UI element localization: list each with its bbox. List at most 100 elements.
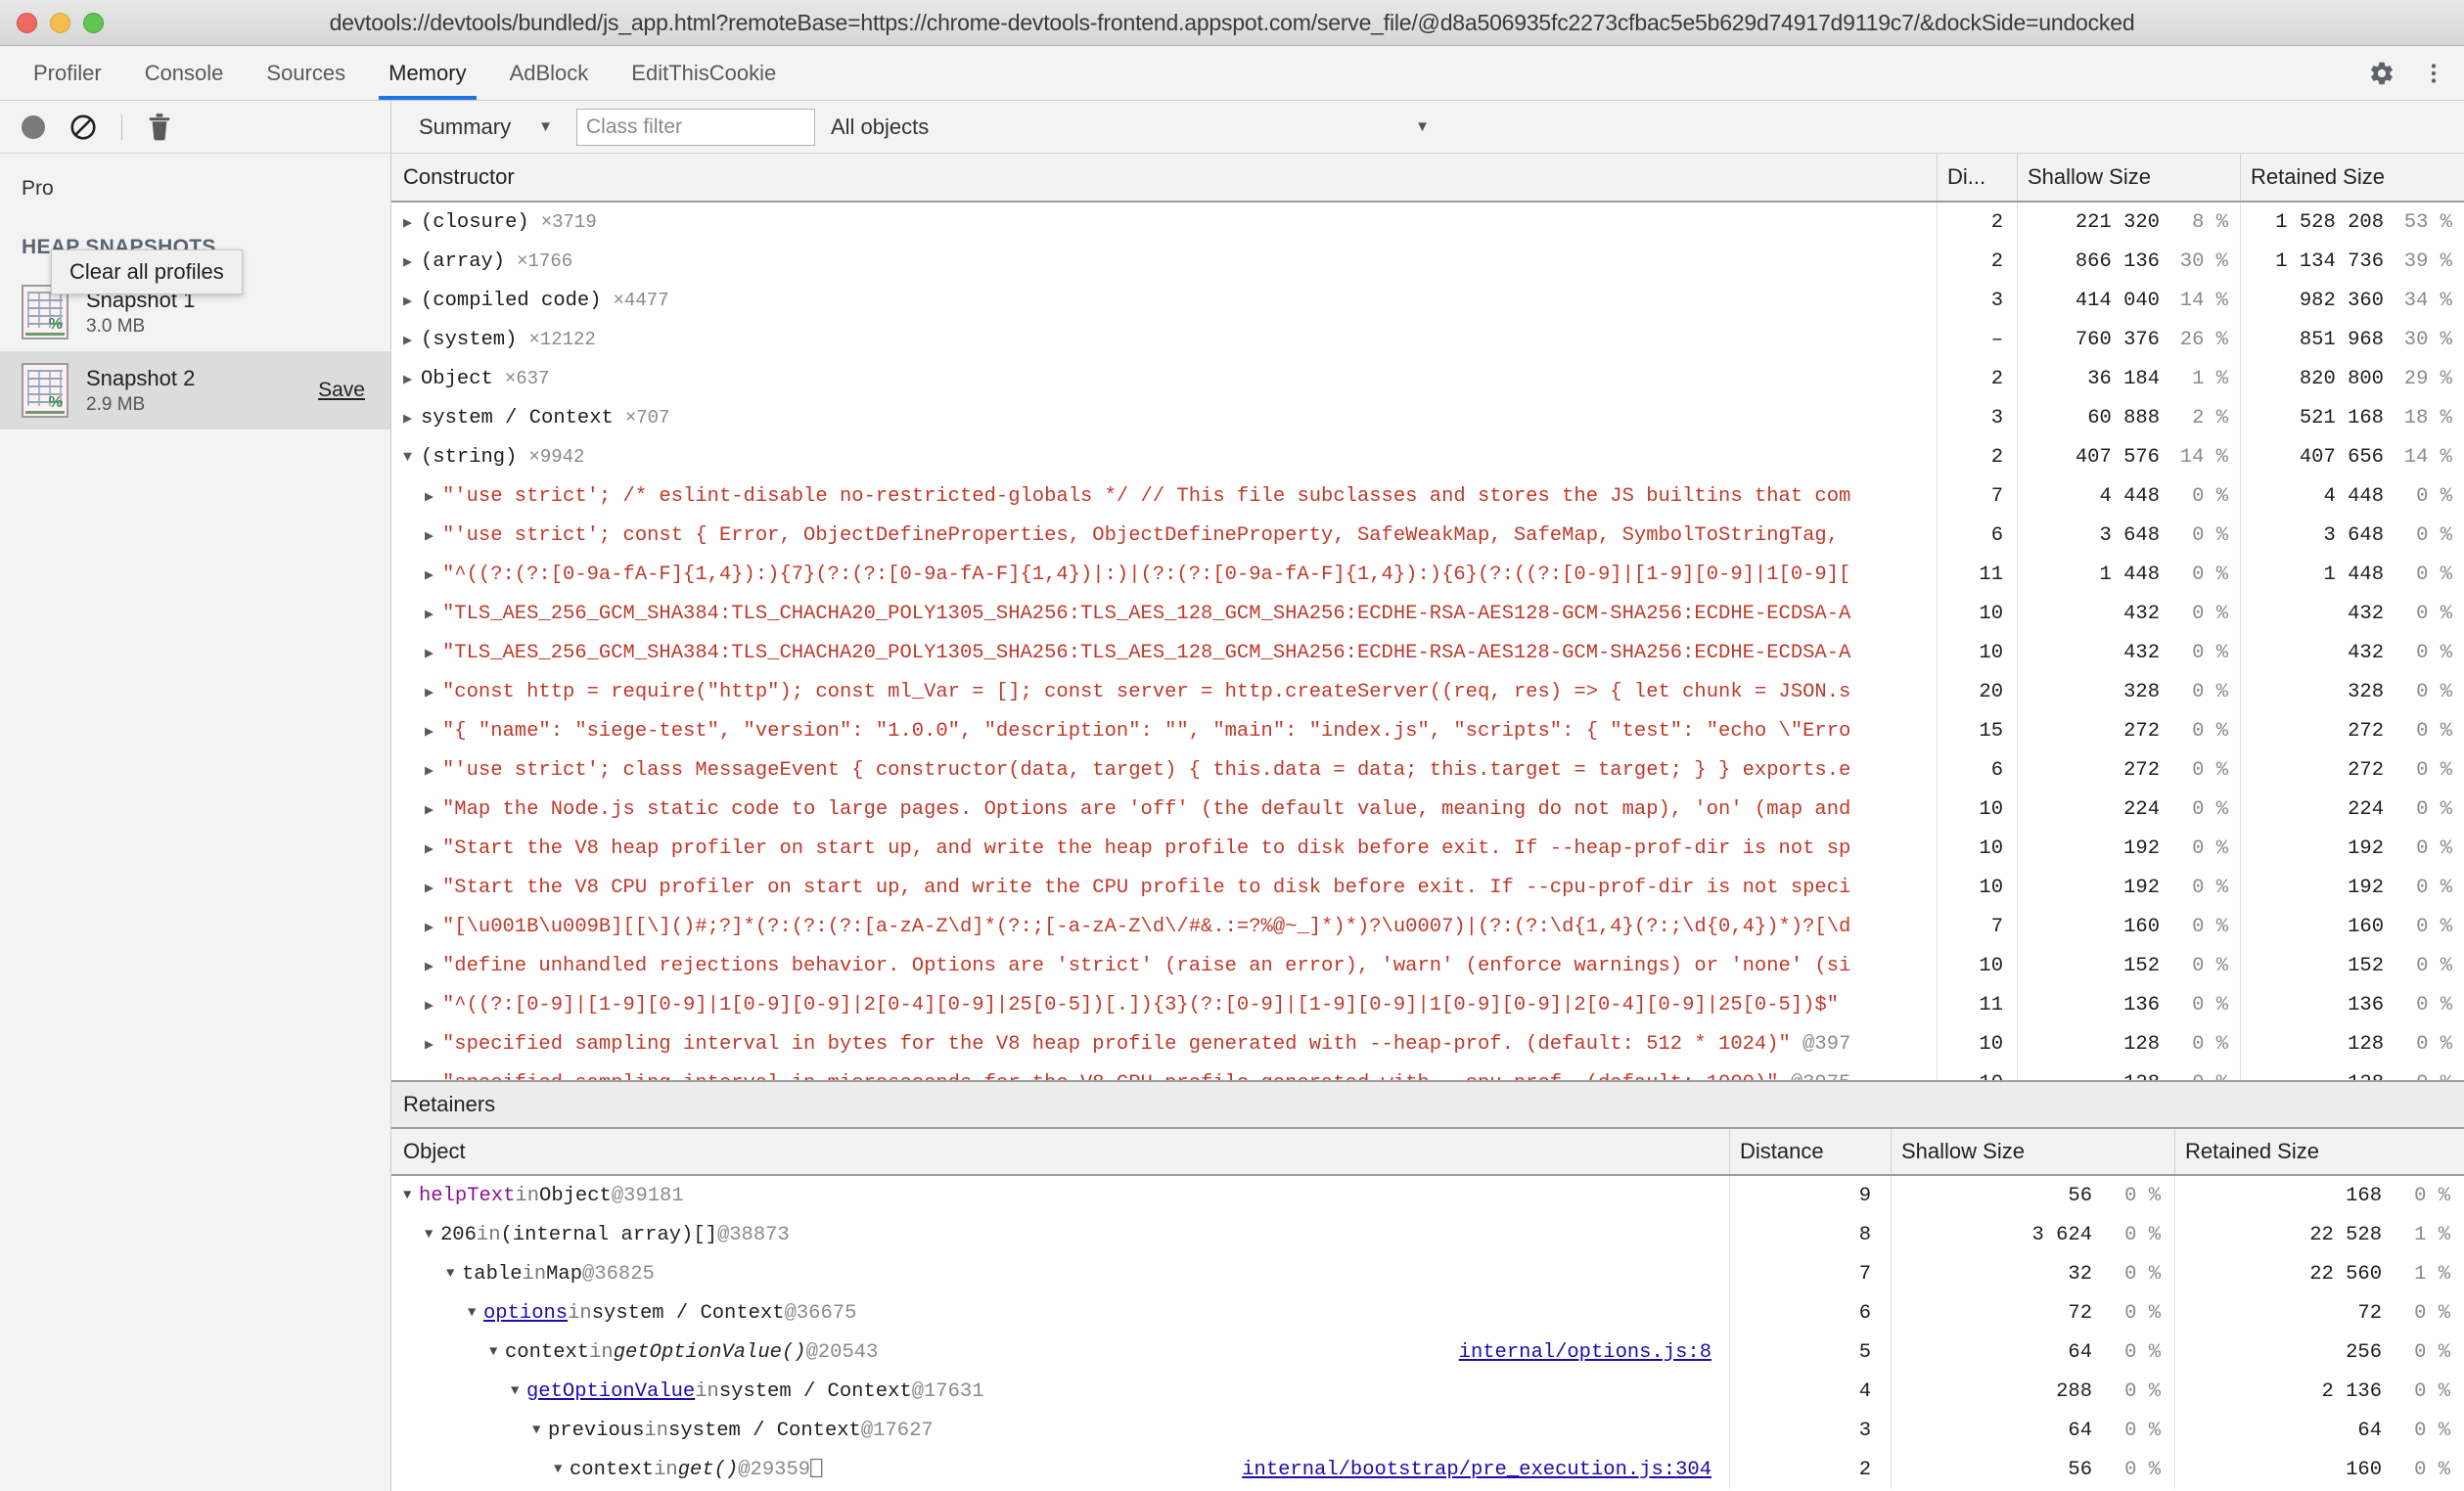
chevron-down-icon[interactable]: ▼ — [446, 1266, 462, 1282]
source-location-link[interactable]: internal/bootstrap/pre_execution.js:304 — [1242, 1459, 1729, 1481]
table-row[interactable]: ▶(closure)×37192221 3208 %1 528 20853 % — [391, 203, 2464, 242]
chevron-down-icon[interactable]: ▼ — [403, 449, 419, 466]
table-row[interactable]: ▶"const http = require("http"); const ml… — [391, 672, 2464, 711]
constructors-grid-body[interactable]: ▶(closure)×37192221 3208 %1 528 20853 %▶… — [391, 203, 2464, 1080]
retainers-column-retained-size[interactable]: Retained Size — [2175, 1129, 2464, 1174]
table-row[interactable]: ▼(string)×99422407 57614 %407 65614 % — [391, 437, 2464, 476]
table-row[interactable]: ▶"[\u001B\u009B][[\]()#;?]*(?:(?:(?:[a-z… — [391, 907, 2464, 946]
retained-size-cell: 3 6480 % — [2241, 516, 2464, 555]
chevron-down-icon[interactable]: ▼ — [554, 1462, 570, 1477]
table-row[interactable]: ▶"{ "name": "siege-test", "version": "1.… — [391, 711, 2464, 750]
class-filter-input[interactable] — [576, 109, 815, 146]
chevron-right-icon[interactable]: ▶ — [425, 722, 440, 741]
tab-console[interactable]: Console — [123, 46, 246, 100]
retainers-grid-body[interactable]: ▼helpText in Object @391819560 %1680 %▼2… — [391, 1176, 2464, 1491]
chevron-right-icon[interactable]: ▶ — [425, 839, 440, 858]
column-header-shallow-size[interactable]: Shallow Size — [2018, 154, 2241, 201]
tab-sources[interactable]: Sources — [245, 46, 367, 100]
chevron-right-icon[interactable]: ▶ — [425, 1035, 440, 1054]
table-row[interactable]: ▶"'use strict'; class MessageEvent { con… — [391, 750, 2464, 790]
chevron-down-icon[interactable]: ▼ — [403, 1188, 419, 1203]
chevron-right-icon[interactable]: ▶ — [425, 644, 440, 662]
objects-filter-select[interactable]: All objects ▼ — [831, 114, 1439, 140]
chevron-down-icon[interactable]: ▼ — [489, 1344, 505, 1360]
table-row[interactable]: ▶"TLS_AES_256_GCM_SHA384:TLS_CHACHA20_PO… — [391, 594, 2464, 633]
table-row[interactable]: ▶(system)×12122–760 37626 %851 96830 % — [391, 320, 2464, 359]
tab-memory[interactable]: Memory — [367, 46, 487, 100]
tab-editthiscookie[interactable]: EditThisCookie — [610, 46, 798, 100]
chevron-right-icon[interactable]: ▶ — [403, 409, 419, 428]
retainers-column-distance[interactable]: Distance — [1730, 1129, 1892, 1174]
table-row[interactable]: ▶"define unhandled rejections behavior. … — [391, 946, 2464, 985]
tab-profiler[interactable]: Profiler — [12, 46, 123, 100]
table-row[interactable]: ▶"^((?:[0-9]|[1-9][0-9]|1[0-9][0-9]|2[0-… — [391, 985, 2464, 1024]
more-vertical-icon[interactable] — [2421, 61, 2446, 86]
table-row[interactable]: ▶"Map the Node.js static code to large p… — [391, 790, 2464, 829]
retainer-row[interactable]: ▼options in system / Context @366756720 … — [391, 1293, 2464, 1333]
retainer-row[interactable]: ▼206 in (internal array)[] @3887383 6240… — [391, 1215, 2464, 1254]
save-snapshot-link[interactable]: Save — [318, 379, 369, 402]
table-row[interactable]: ▶"Start the V8 heap profiler on start up… — [391, 829, 2464, 868]
chevron-down-icon[interactable]: ▼ — [425, 1227, 440, 1242]
chevron-down-icon[interactable]: ▼ — [532, 1423, 548, 1438]
chevron-right-icon[interactable]: ▶ — [403, 213, 419, 232]
column-header-retained-size[interactable]: Retained Size — [2241, 154, 2464, 201]
chevron-right-icon[interactable]: ▶ — [425, 761, 440, 780]
retainers-column-object[interactable]: Object — [391, 1129, 1730, 1174]
chevron-right-icon[interactable]: ▶ — [425, 879, 440, 897]
size-percent: 0 % — [2396, 1185, 2450, 1207]
table-row[interactable]: ▶"'use strict'; /* eslint-disable no-res… — [391, 476, 2464, 516]
retainer-row[interactable]: ▼previous in system / Context @176273640… — [391, 1411, 2464, 1450]
table-row[interactable]: ▶"Start the V8 CPU profiler on start up,… — [391, 868, 2464, 907]
chevron-down-icon[interactable]: ▼ — [468, 1305, 483, 1321]
retainer-row[interactable]: ▼helpText in Object @391819560 %1680 % — [391, 1176, 2464, 1215]
table-row[interactable]: ▶(compiled code)×44773414 04014 %982 360… — [391, 281, 2464, 320]
maximize-window-button[interactable] — [83, 13, 104, 33]
size-percent: 0 % — [2173, 681, 2228, 703]
snapshot-item-2[interactable]: % Snapshot 2 2.9 MB Save — [0, 351, 390, 429]
minimize-window-button[interactable] — [50, 13, 70, 33]
chevron-right-icon[interactable]: ▶ — [425, 996, 440, 1015]
chevron-right-icon[interactable]: ▶ — [425, 526, 440, 545]
column-header-distance[interactable]: Di... — [1938, 154, 2018, 201]
table-row[interactable]: ▶"^((?:(?:[0-9a-fA-F]{1,4}):){7}(?:(?:[0… — [391, 555, 2464, 594]
column-header-constructor[interactable]: Constructor — [391, 154, 1938, 201]
chevron-right-icon[interactable]: ▶ — [425, 605, 440, 623]
retainer-row[interactable]: ▼getOptionValue in system / Context @176… — [391, 1372, 2464, 1411]
table-row[interactable]: ▶Object×637236 1841 %820 80029 % — [391, 359, 2464, 398]
table-row[interactable]: ▶"'use strict'; const { Error, ObjectDef… — [391, 516, 2464, 555]
chevron-right-icon[interactable]: ▶ — [425, 683, 440, 701]
retainer-row[interactable]: ▼context in getOptionValue() @20543inter… — [391, 1333, 2464, 1372]
retainer-row[interactable]: ▼context in get() @29359 ⎕internal/boots… — [391, 1450, 2464, 1489]
chevron-right-icon[interactable]: ▶ — [425, 487, 440, 506]
chevron-right-icon[interactable]: ▶ — [425, 565, 440, 584]
table-row[interactable]: ▶(array)×17662866 13630 %1 134 73639 % — [391, 242, 2464, 281]
chevron-right-icon[interactable]: ▶ — [403, 252, 419, 271]
gear-icon[interactable] — [2368, 60, 2396, 87]
retainer-property-name: context — [505, 1341, 589, 1364]
retainers-title: Retainers — [391, 1082, 2464, 1129]
source-location-link[interactable]: internal/options.js:8 — [1459, 1341, 1729, 1364]
chevron-right-icon[interactable]: ▶ — [403, 331, 419, 349]
chevron-right-icon[interactable]: ▶ — [425, 800, 440, 819]
retainers-column-shallow-size[interactable]: Shallow Size — [1892, 1129, 2175, 1174]
table-row[interactable]: ▶"TLS_AES_256_GCM_SHA384:TLS_CHACHA20_PO… — [391, 633, 2464, 672]
record-circle-icon[interactable] — [22, 115, 45, 139]
table-row[interactable]: ▶"specified sampling interval in bytes f… — [391, 1024, 2464, 1063]
chevron-right-icon[interactable]: ▶ — [403, 292, 419, 310]
close-window-button[interactable] — [17, 13, 37, 33]
chevron-right-icon[interactable]: ▶ — [425, 957, 440, 975]
chevron-right-icon[interactable]: ▶ — [403, 370, 419, 388]
no-entry-icon[interactable] — [68, 113, 98, 142]
table-row[interactable]: ▶"specified sampling interval in microse… — [391, 1063, 2464, 1080]
retainer-retained-size-cell: 640 % — [2175, 1411, 2464, 1450]
retainer-property-name: previous — [548, 1420, 644, 1442]
devtools-tabs: Profiler Console Sources Memory AdBlock … — [0, 46, 798, 100]
retainer-row[interactable]: ▼table in Map @368257320 %22 5601 % — [391, 1254, 2464, 1293]
chevron-right-icon[interactable]: ▶ — [425, 918, 440, 936]
tab-adblock[interactable]: AdBlock — [488, 46, 611, 100]
table-row[interactable]: ▶system / Context×707360 8882 %521 16818… — [391, 398, 2464, 437]
chevron-down-icon[interactable]: ▼ — [511, 1383, 526, 1399]
view-mode-select[interactable]: Summary ▼ — [405, 114, 563, 140]
trash-icon[interactable] — [146, 113, 173, 142]
